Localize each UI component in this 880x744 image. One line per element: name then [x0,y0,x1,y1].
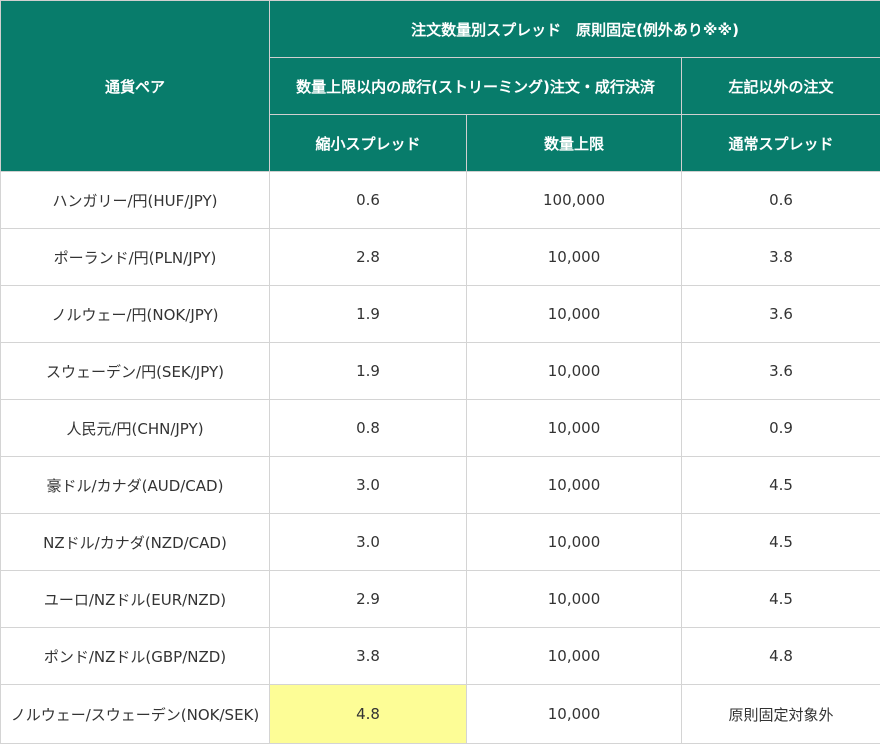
reduced-spread-cell: 0.8 [270,400,467,457]
table-row: ユーロ/NZドル(EUR/NZD) 2.9 10,000 4.5 [1,571,880,628]
normal-spread-cell: 3.6 [682,286,880,343]
table-row: ノルウェー/円(NOK/JPY) 1.9 10,000 3.6 [1,286,880,343]
normal-spread-cell: 4.5 [682,457,880,514]
currency-pair-cell: ポンド/NZドル(GBP/NZD) [1,628,270,685]
quantity-limit-cell: 10,000 [467,229,682,286]
header-normal-spread: 通常スプレッド [682,115,880,172]
table-row: 豪ドル/カナダ(AUD/CAD) 3.0 10,000 4.5 [1,457,880,514]
header-streaming-orders: 数量上限以内の成行(ストリーミング)注文・成行決済 [270,58,682,115]
header-reduced-spread: 縮小スプレッド [270,115,467,172]
currency-pair-cell: ポーランド/円(PLN/JPY) [1,229,270,286]
quantity-limit-cell: 10,000 [467,628,682,685]
table-row: ポンド/NZドル(GBP/NZD) 3.8 10,000 4.8 [1,628,880,685]
currency-pair-cell: ノルウェー/スウェーデン(NOK/SEK) [1,685,270,744]
reduced-spread-cell: 2.8 [270,229,467,286]
normal-spread-cell: 4.5 [682,514,880,571]
normal-spread-cell: 4.8 [682,628,880,685]
currency-pair-cell: スウェーデン/円(SEK/JPY) [1,343,270,400]
reduced-spread-cell: 1.9 [270,343,467,400]
reduced-spread-cell: 1.9 [270,286,467,343]
currency-pair-cell: 人民元/円(CHN/JPY) [1,400,270,457]
currency-pair-cell: ユーロ/NZドル(EUR/NZD) [1,571,270,628]
quantity-limit-cell: 10,000 [467,286,682,343]
spread-table: 通貨ペア 注文数量別スプレッド 原則固定(例外あり※※) 数量上限以内の成行(ス… [0,0,880,744]
quantity-limit-cell: 100,000 [467,172,682,229]
quantity-limit-cell: 10,000 [467,514,682,571]
quantity-limit-cell: 10,000 [467,400,682,457]
normal-spread-cell: 3.8 [682,229,880,286]
reduced-spread-cell: 0.6 [270,172,467,229]
quantity-limit-cell: 10,000 [467,685,682,744]
reduced-spread-cell: 3.0 [270,457,467,514]
header-other-orders: 左記以外の注文 [682,58,880,115]
normal-spread-cell: 0.9 [682,400,880,457]
currency-pair-cell: 豪ドル/カナダ(AUD/CAD) [1,457,270,514]
quantity-limit-cell: 10,000 [467,571,682,628]
table-row: ハンガリー/円(HUF/JPY) 0.6 100,000 0.6 [1,172,880,229]
table-row: スウェーデン/円(SEK/JPY) 1.9 10,000 3.6 [1,343,880,400]
header-currency-pair: 通貨ペア [1,1,270,172]
table-row: NZドル/カナダ(NZD/CAD) 3.0 10,000 4.5 [1,514,880,571]
normal-spread-cell: 4.5 [682,571,880,628]
normal-spread-cell: 0.6 [682,172,880,229]
header-order-quantity-spread: 注文数量別スプレッド 原則固定(例外あり※※) [270,1,880,58]
normal-spread-cell: 3.6 [682,343,880,400]
table-row: 人民元/円(CHN/JPY) 0.8 10,000 0.9 [1,400,880,457]
header-quantity-limit: 数量上限 [467,115,682,172]
normal-spread-cell: 原則固定対象外 [682,685,880,744]
reduced-spread-cell: 3.0 [270,514,467,571]
quantity-limit-cell: 10,000 [467,457,682,514]
reduced-spread-cell: 2.9 [270,571,467,628]
table-row: ノルウェー/スウェーデン(NOK/SEK) 4.8 10,000 原則固定対象外 [1,685,880,744]
quantity-limit-cell: 10,000 [467,343,682,400]
reduced-spread-cell-highlighted: 4.8 [270,685,467,744]
currency-pair-cell: ハンガリー/円(HUF/JPY) [1,172,270,229]
currency-pair-cell: NZドル/カナダ(NZD/CAD) [1,514,270,571]
table-row: ポーランド/円(PLN/JPY) 2.8 10,000 3.8 [1,229,880,286]
currency-pair-cell: ノルウェー/円(NOK/JPY) [1,286,270,343]
reduced-spread-cell: 3.8 [270,628,467,685]
